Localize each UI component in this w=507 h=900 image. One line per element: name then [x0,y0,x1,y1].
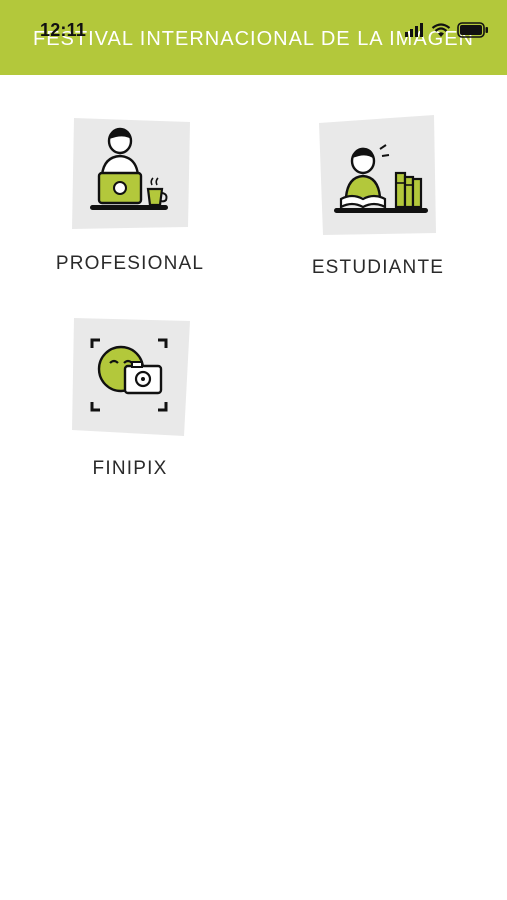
menu-item-label: FINIPIX [92,458,168,479]
wifi-icon [431,22,451,37]
smiley-camera-icon [72,318,190,436]
menu-item-estudiante[interactable]: ESTUDIANTE [288,115,468,279]
student-reading-icon [319,115,436,235]
battery-icon [457,22,488,38]
signal-icon [405,23,423,37]
status-time: 12:11 [40,20,87,40]
professional-laptop-icon [72,118,190,229]
app-header: FESTIVAL INTERNACIONAL DE LA IMAGEN 12:1… [0,0,507,75]
menu-item-finipix[interactable]: FINIPIX [40,318,220,480]
status-icons [405,22,489,38]
menu-item-label: ESTUDIANTE [311,257,445,278]
menu-item-label: PROFESIONAL [55,253,205,274]
menu-item-profesional[interactable]: PROFESIONAL [40,115,220,275]
